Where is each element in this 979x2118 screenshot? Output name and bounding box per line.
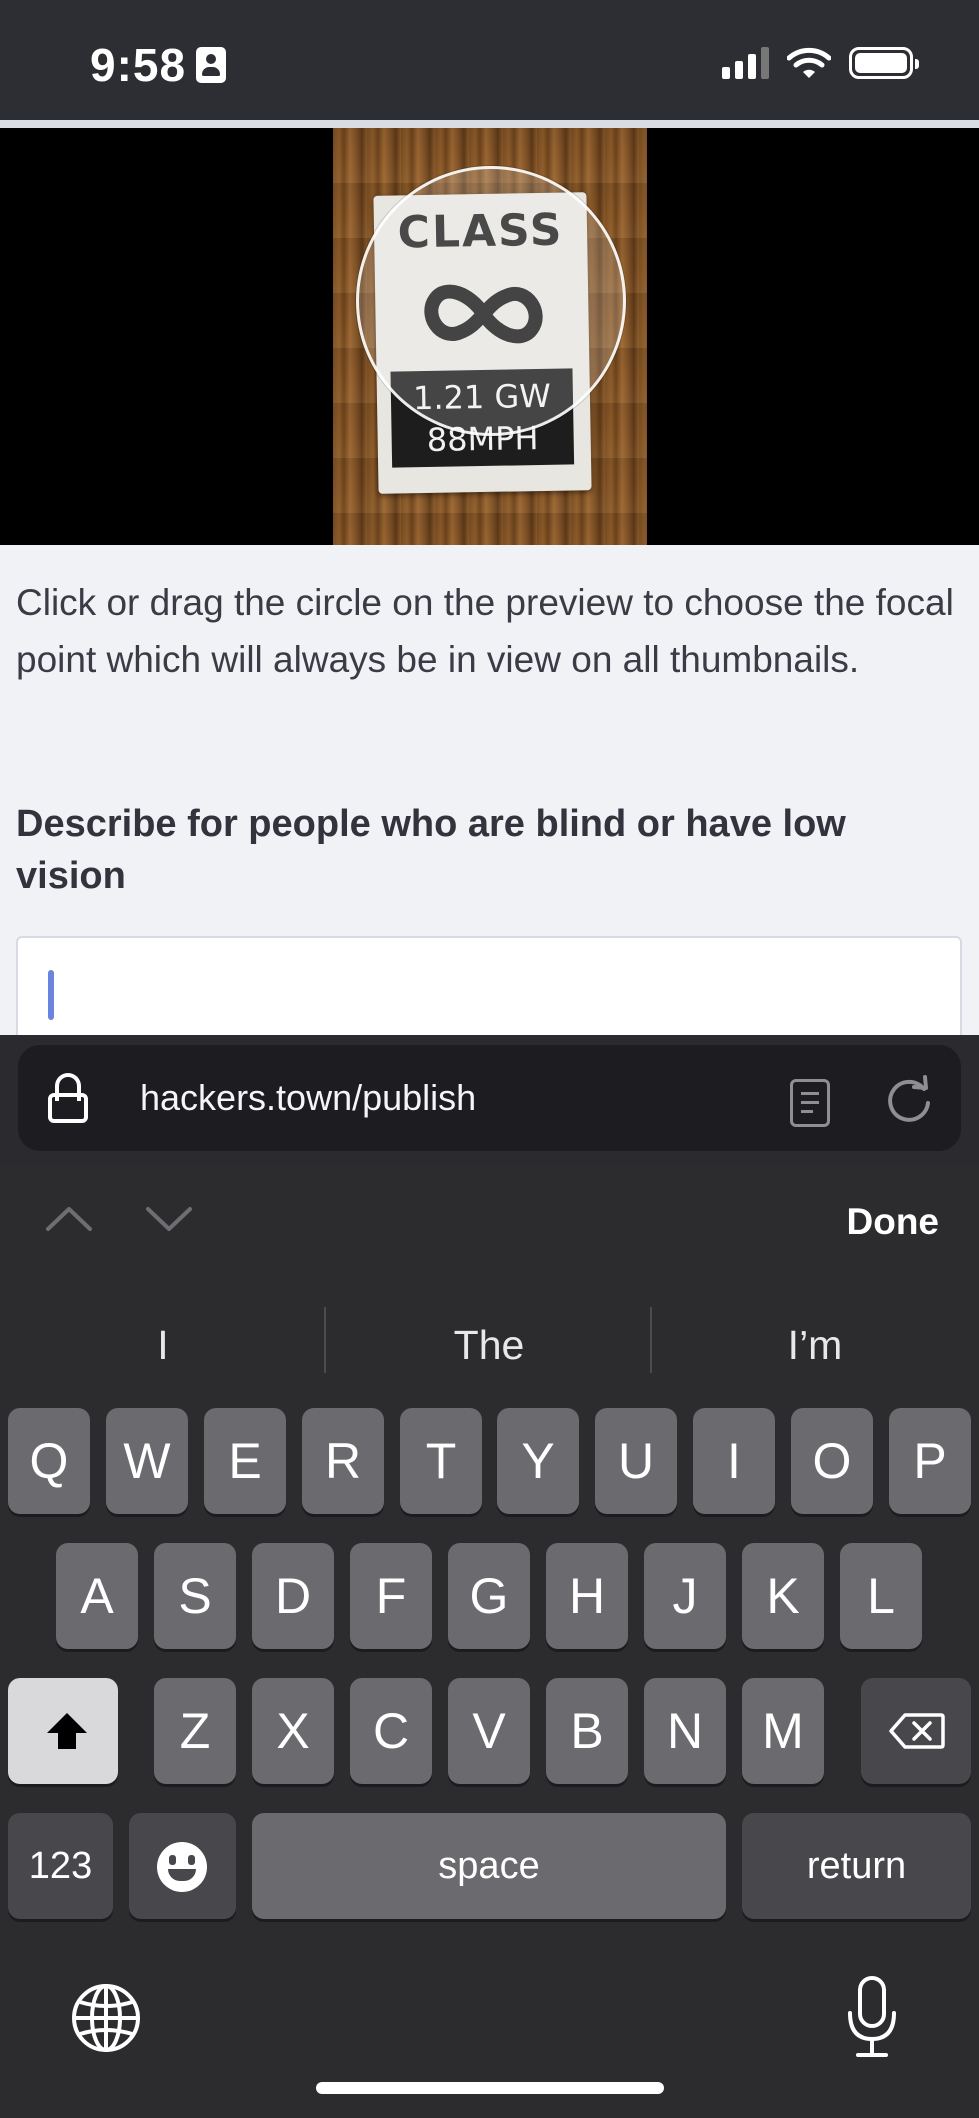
numbers-key[interactable]: 123 bbox=[8, 1813, 113, 1919]
globe-icon[interactable] bbox=[70, 1982, 142, 2054]
backspace-icon bbox=[889, 1713, 945, 1749]
key-l[interactable]: L bbox=[840, 1543, 922, 1649]
contact-card-icon bbox=[196, 47, 227, 83]
predictive-suggestions: I The I’m bbox=[0, 1295, 979, 1395]
key-i[interactable]: I bbox=[693, 1408, 775, 1514]
backspace-key[interactable] bbox=[861, 1678, 971, 1784]
key-c[interactable]: C bbox=[350, 1678, 432, 1784]
key-h[interactable]: H bbox=[546, 1543, 628, 1649]
key-f[interactable]: F bbox=[350, 1543, 432, 1649]
key-s[interactable]: S bbox=[154, 1543, 236, 1649]
lock-icon bbox=[48, 1073, 88, 1123]
shift-icon bbox=[47, 1713, 87, 1749]
key-x[interactable]: X bbox=[252, 1678, 334, 1784]
reader-icon[interactable] bbox=[790, 1079, 830, 1127]
key-v[interactable]: V bbox=[448, 1678, 530, 1784]
chevron-down-icon[interactable] bbox=[144, 1203, 194, 1233]
suggestion-1[interactable]: I bbox=[0, 1295, 326, 1395]
publish-page: CLASS 1.21 GW 88MPH Click or drag the ci… bbox=[0, 120, 979, 1035]
url-text[interactable]: hackers.town/publish bbox=[140, 1077, 476, 1119]
microphone-icon[interactable] bbox=[845, 1975, 899, 2059]
text-caret bbox=[48, 970, 54, 1020]
space-key[interactable]: space bbox=[252, 1813, 726, 1919]
cellular-signal-icon bbox=[722, 47, 769, 79]
home-indicator[interactable] bbox=[316, 2082, 664, 2094]
key-q[interactable]: Q bbox=[8, 1408, 90, 1514]
address-bar[interactable]: hackers.town/publish bbox=[18, 1045, 961, 1151]
key-e[interactable]: E bbox=[204, 1408, 286, 1514]
suggestion-2[interactable]: The bbox=[326, 1295, 652, 1395]
key-g[interactable]: G bbox=[448, 1543, 530, 1649]
key-p[interactable]: P bbox=[889, 1408, 971, 1514]
key-a[interactable]: A bbox=[56, 1543, 138, 1649]
key-t[interactable]: T bbox=[400, 1408, 482, 1514]
key-n[interactable]: N bbox=[644, 1678, 726, 1784]
status-bar: 9:58 bbox=[0, 0, 979, 120]
chevron-up-icon[interactable] bbox=[44, 1203, 94, 1233]
key-z[interactable]: Z bbox=[154, 1678, 236, 1784]
shift-key[interactable] bbox=[8, 1678, 118, 1784]
key-b[interactable]: B bbox=[546, 1678, 628, 1784]
browser-toolbar: hackers.town/publish bbox=[0, 1035, 979, 1165]
key-k[interactable]: K bbox=[742, 1543, 824, 1649]
keyboard-toolbar: Done bbox=[0, 1165, 979, 1275]
page-top-divider bbox=[0, 120, 979, 128]
reload-icon[interactable] bbox=[884, 1075, 934, 1125]
status-indicators bbox=[722, 46, 919, 80]
keyboard: Done I The I’m Q W E R T Y U I O P A S D… bbox=[0, 1165, 979, 2118]
alt-text-input[interactable] bbox=[16, 936, 962, 1035]
return-key[interactable]: return bbox=[742, 1813, 971, 1919]
key-j[interactable]: J bbox=[644, 1543, 726, 1649]
key-m[interactable]: M bbox=[742, 1678, 824, 1784]
media-preview[interactable]: CLASS 1.21 GW 88MPH bbox=[0, 128, 979, 545]
done-button[interactable]: Done bbox=[847, 1201, 940, 1243]
key-w[interactable]: W bbox=[106, 1408, 188, 1514]
status-time-group: 9:58 bbox=[90, 38, 227, 92]
preview-photo[interactable]: CLASS 1.21 GW 88MPH bbox=[333, 128, 647, 545]
focal-point-hint: Click or drag the circle on the preview … bbox=[16, 582, 954, 680]
status-time: 9:58 bbox=[90, 39, 187, 91]
wifi-icon bbox=[787, 47, 831, 78]
key-u[interactable]: U bbox=[595, 1408, 677, 1514]
key-r[interactable]: R bbox=[302, 1408, 384, 1514]
emoji-key[interactable] bbox=[129, 1813, 236, 1919]
focal-point-circle[interactable] bbox=[356, 166, 626, 436]
emoji-icon bbox=[157, 1842, 207, 1892]
key-o[interactable]: O bbox=[791, 1408, 873, 1514]
key-y[interactable]: Y bbox=[497, 1408, 579, 1514]
suggestion-3[interactable]: I’m bbox=[652, 1295, 978, 1395]
alt-text-heading: Describe for people who are blind or hav… bbox=[16, 803, 846, 897]
battery-icon bbox=[849, 47, 919, 79]
key-d[interactable]: D bbox=[252, 1543, 334, 1649]
